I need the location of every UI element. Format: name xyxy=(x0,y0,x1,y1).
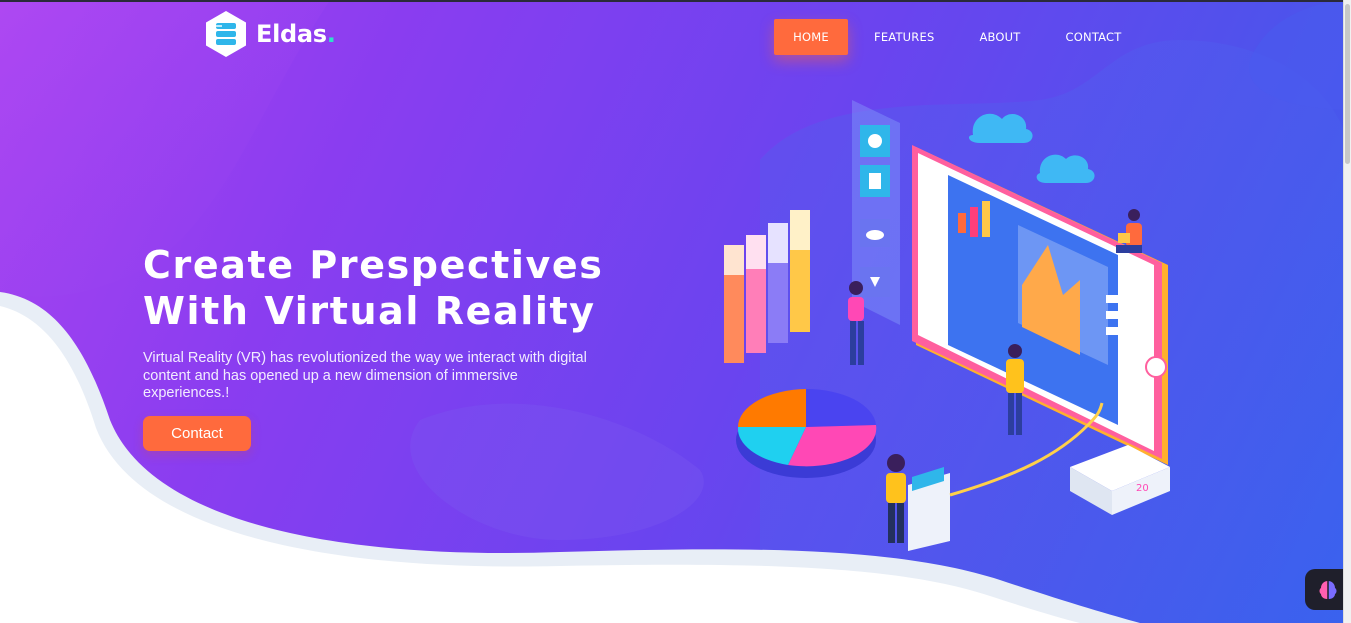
cloud-icon xyxy=(968,113,1033,143)
hero-headline-line2: With Virtual Reality xyxy=(143,289,596,333)
brain-icon xyxy=(1319,580,1337,599)
hero-section: Eldas. HOME FEATURES ABOUT CONTACT Creat… xyxy=(0,0,1351,623)
top-border xyxy=(0,0,1351,2)
cloud-icon xyxy=(1036,154,1095,183)
hero-headline-line1: Create Prespectives xyxy=(143,243,604,287)
hero-description: Virtual Reality (VR) has revolutionized … xyxy=(143,350,587,401)
brand-logo[interactable]: Eldas. xyxy=(204,10,336,58)
nav-features-link[interactable]: FEATURES xyxy=(874,19,934,55)
tablet-device xyxy=(912,145,1168,465)
main-navigation: HOME FEATURES ABOUT CONTACT xyxy=(774,19,1121,55)
stacked-layers-hexagon-icon xyxy=(206,11,246,57)
page-scrollbar[interactable] xyxy=(1343,0,1351,623)
svg-text:20: 20 xyxy=(1136,483,1149,494)
person-sitting-on-tablet xyxy=(1116,209,1142,253)
contact-button[interactable]: Contact xyxy=(143,416,251,451)
scrollbar-thumb[interactable] xyxy=(1345,4,1350,164)
isometric-bar-columns xyxy=(724,210,810,363)
person-at-kiosk xyxy=(886,454,950,551)
pie-chart-3d xyxy=(736,388,877,478)
nav-contact-link[interactable]: CONTACT xyxy=(1066,19,1122,55)
nav-home-link[interactable]: HOME xyxy=(774,19,848,55)
isometric-vr-dashboard-illustration: 20 xyxy=(724,100,1170,551)
hero-headline: Create Prespectives With Virtual Reality xyxy=(143,242,663,334)
nav-about-link[interactable]: ABOUT xyxy=(979,19,1020,55)
brand-name: Eldas. xyxy=(256,20,336,48)
